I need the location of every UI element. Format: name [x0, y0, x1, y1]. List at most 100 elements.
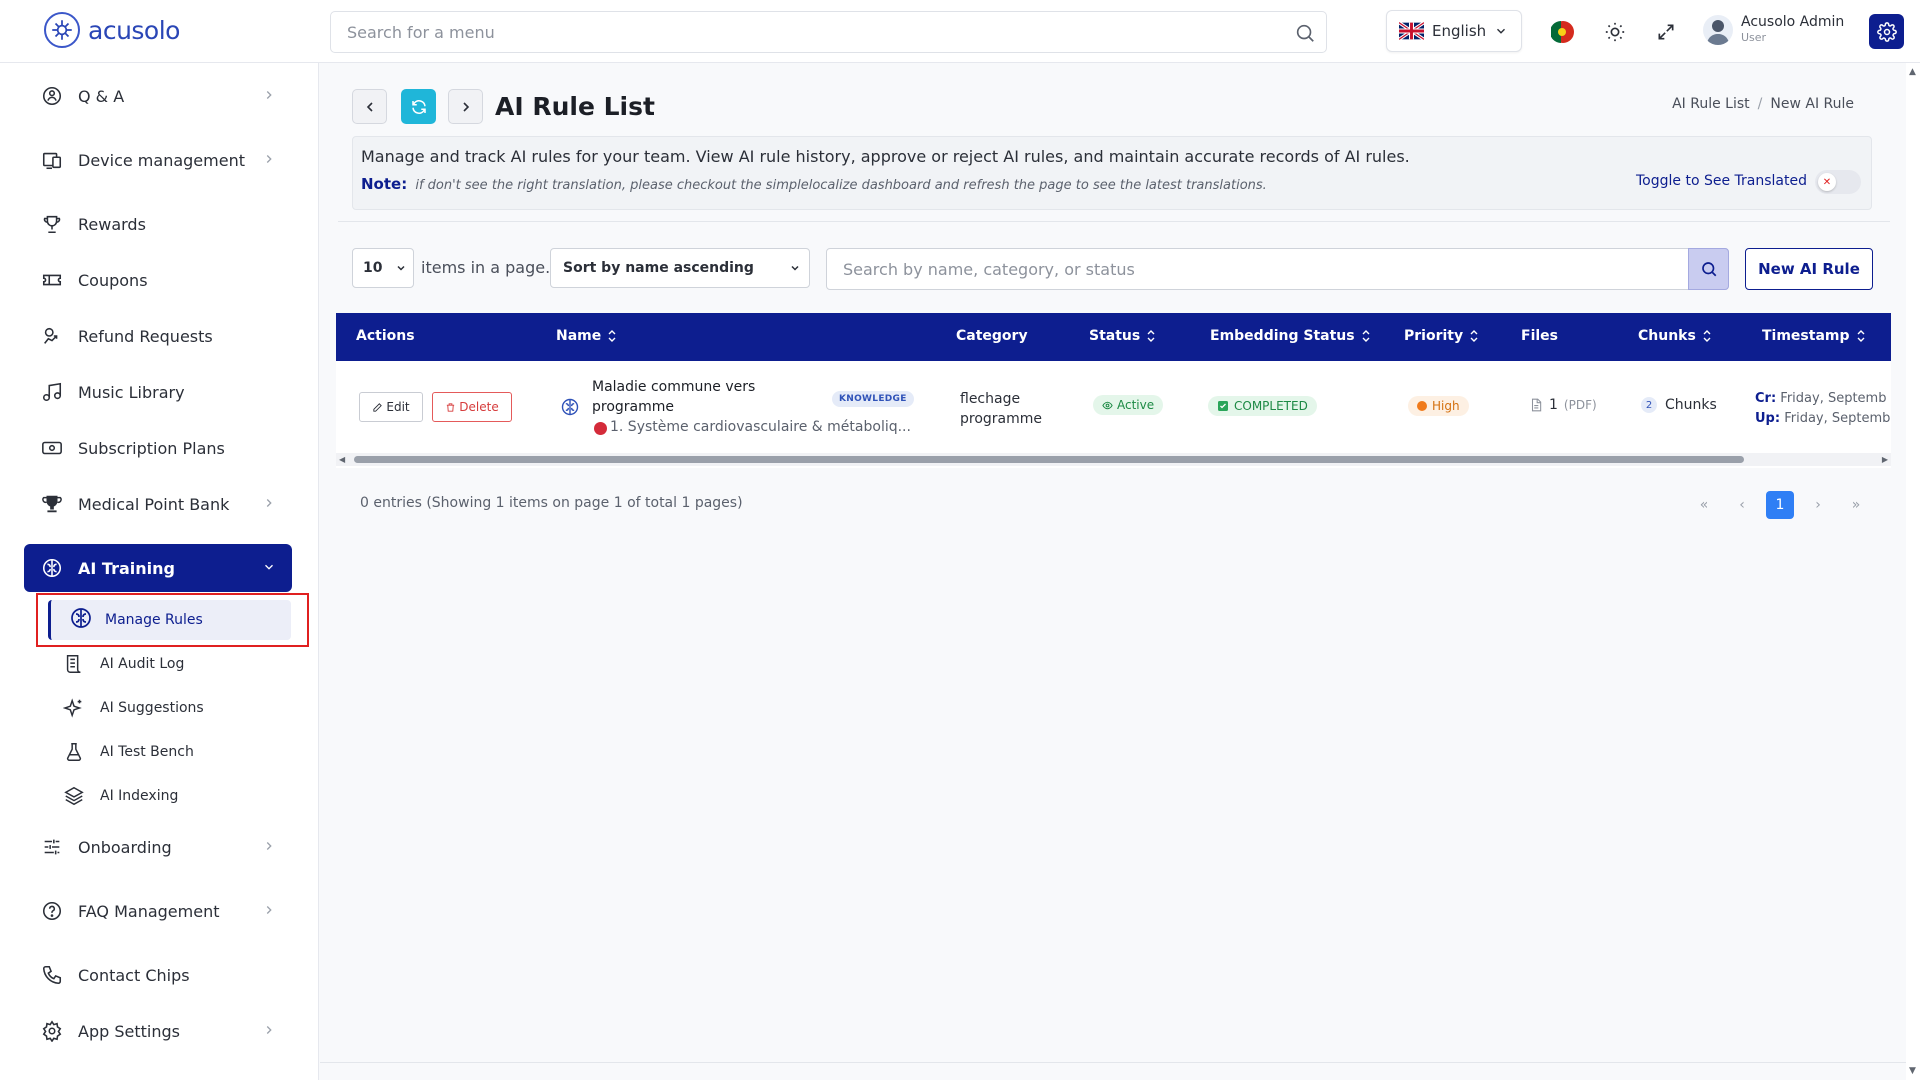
column-header-timestamp[interactable]: Timestamp: [1762, 328, 1866, 344]
vertical-scrollbar[interactable]: ▲ ▼: [1906, 63, 1920, 1080]
breadcrumb-item[interactable]: New AI Rule: [1770, 96, 1854, 112]
menu-search-box: [330, 11, 1327, 53]
chevron-right-icon: [462, 101, 469, 112]
trophy-icon: [40, 492, 64, 516]
edit-button[interactable]: Edit: [359, 392, 423, 422]
forward-button[interactable]: [448, 89, 483, 124]
sidebar-item-ai-training[interactable]: AI Training: [24, 544, 292, 592]
divider: [338, 221, 1890, 222]
page-number-button[interactable]: 1: [1766, 491, 1794, 519]
edit-icon: [373, 402, 383, 412]
main-content: AI Rule List AI Rule List / New AI Rule …: [320, 63, 1900, 1080]
scrollbar-thumb[interactable]: [354, 456, 1744, 463]
user-menu[interactable]: Acusolo Admin User: [1703, 14, 1844, 45]
sidebar-item-music-library[interactable]: Music Library: [24, 368, 292, 416]
delete-button[interactable]: Delete: [432, 392, 512, 422]
scroll-left-icon[interactable]: ◀: [339, 455, 345, 464]
column-header-category: Category: [956, 328, 1028, 344]
sidebar-item-label: Onboarding: [78, 837, 172, 857]
breadcrumb-separator: /: [1757, 96, 1763, 112]
column-header-priority[interactable]: Priority: [1404, 328, 1479, 344]
sidebar-item-contact-chips[interactable]: Contact Chips: [24, 951, 292, 999]
rules-table: Actions Name Category Status Embedding S…: [336, 313, 1891, 468]
question-icon: [40, 899, 64, 923]
sidebar-item-label: FAQ Management: [78, 901, 220, 921]
column-header-chunks[interactable]: Chunks: [1638, 328, 1712, 344]
scroll-up-icon[interactable]: ▲: [1909, 67, 1916, 77]
chunks-count: 2 Chunks: [1641, 397, 1717, 413]
sidebar-item-coupons[interactable]: Coupons: [24, 256, 292, 304]
chevron-down-icon: [791, 265, 799, 271]
sidebar-item-qa[interactable]: Q & A: [24, 72, 292, 120]
file-icon: [1531, 398, 1542, 412]
trash-icon: [447, 402, 455, 412]
items-per-page-label: items in a page.: [421, 258, 551, 277]
gear-icon: [1876, 21, 1897, 42]
translation-toggle[interactable]: ✕: [1815, 170, 1861, 194]
sidebar-item-label: Rewards: [78, 214, 146, 234]
rule-name[interactable]: Maladie commune vers programme: [592, 377, 792, 417]
sidebar-subitem-ai-audit-log[interactable]: AI Audit Log: [62, 644, 184, 684]
breadcrumb-item[interactable]: AI Rule List: [1672, 96, 1750, 112]
language-label: English: [1432, 22, 1487, 40]
table-search-button[interactable]: [1688, 248, 1729, 290]
last-page-button[interactable]: »: [1842, 491, 1870, 519]
logo-icon: [44, 12, 80, 48]
people-icon: [40, 84, 64, 108]
sidebar-item-rewards[interactable]: Rewards: [24, 200, 292, 248]
category-dot-icon: [594, 422, 607, 435]
refresh-button[interactable]: [401, 89, 436, 124]
language-selector[interactable]: English: [1386, 10, 1522, 52]
theme-toggle-icon[interactable]: [1601, 18, 1629, 46]
page-title: AI Rule List: [495, 92, 655, 121]
menu-search-input[interactable]: [331, 12, 1251, 52]
per-page-select[interactable]: 10: [352, 248, 414, 288]
search-icon[interactable]: [1294, 22, 1316, 44]
sidebar-subitem-ai-indexing[interactable]: AI Indexing: [62, 776, 178, 816]
table-search-input[interactable]: [827, 249, 1687, 289]
brain-icon: [561, 398, 579, 416]
fullscreen-icon[interactable]: [1652, 18, 1680, 46]
files-count: 1 (PDF): [1529, 397, 1597, 413]
sort-icon: [1703, 330, 1711, 342]
column-header-embedding-status[interactable]: Embedding Status: [1210, 328, 1371, 344]
sidebar-item-label: Medical Point Bank: [78, 494, 230, 514]
column-header-status[interactable]: Status: [1089, 328, 1156, 344]
chevron-right-icon: [266, 842, 272, 850]
priority-badge: High: [1408, 396, 1469, 416]
portugal-flag-icon[interactable]: [1549, 18, 1577, 46]
next-page-button[interactable]: ›: [1804, 491, 1832, 519]
sidebar-item-subscription-plans[interactable]: Subscription Plans: [24, 424, 292, 472]
translation-note: Note: if don't see the right translation…: [361, 175, 1267, 193]
refresh-icon: [411, 99, 426, 114]
layers-icon: [62, 784, 86, 808]
sidebar-item-medical-point-bank[interactable]: Medical Point Bank: [24, 480, 292, 528]
prev-page-button[interactable]: ‹: [1728, 491, 1756, 519]
back-button[interactable]: [352, 89, 387, 124]
logo[interactable]: acusolo: [44, 12, 180, 48]
chevron-down-icon: [1497, 28, 1506, 34]
music-icon: [40, 380, 64, 404]
sidebar-item-faq-management[interactable]: FAQ Management: [24, 887, 292, 935]
scroll-down-icon[interactable]: ▼: [1909, 1066, 1916, 1076]
sort-select[interactable]: Sort by name ascending: [550, 248, 810, 288]
settings-button[interactable]: [1869, 14, 1904, 49]
first-page-button[interactable]: «: [1690, 491, 1718, 519]
sidebar-subitem-ai-suggestions[interactable]: AI Suggestions: [62, 688, 204, 728]
check-square-icon: [1218, 401, 1228, 411]
horizontal-scrollbar[interactable]: ◀ ▶: [336, 453, 1891, 466]
sidebar-item-refund-requests[interactable]: Refund Requests: [24, 312, 292, 360]
sidebar-subitem-ai-test-bench[interactable]: AI Test Bench: [62, 732, 194, 772]
chevron-right-icon: [266, 1026, 272, 1034]
scroll-right-icon[interactable]: ▶: [1882, 455, 1888, 464]
sidebar-subitem-label: AI Audit Log: [100, 656, 185, 672]
top-header: acusolo English Acusolo Admin User: [0, 0, 1920, 63]
new-ai-rule-button[interactable]: New AI Rule: [1745, 248, 1873, 290]
column-header-name[interactable]: Name: [556, 328, 617, 344]
sidebar-item-device-management[interactable]: Device management: [24, 136, 292, 184]
sidebar-item-app-settings[interactable]: App Settings: [24, 1007, 292, 1055]
toggle-label: Toggle to See Translated: [1636, 173, 1807, 189]
user-role: User: [1741, 31, 1767, 44]
avatar: [1703, 14, 1733, 45]
sidebar-item-onboarding[interactable]: Onboarding: [24, 823, 292, 871]
